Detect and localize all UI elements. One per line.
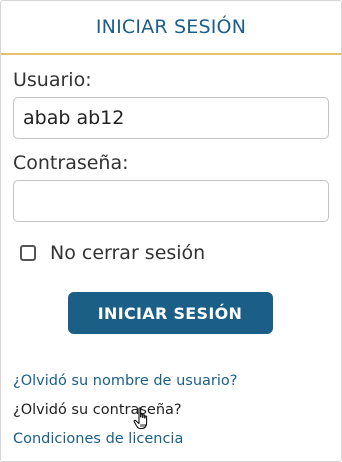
- username-label: Usuario:: [13, 69, 92, 91]
- remember-me-checkbox[interactable]: [20, 245, 36, 261]
- username-field[interactable]: [13, 97, 329, 139]
- panel-title: INICIAR SESIÓN: [95, 16, 247, 38]
- license-terms-link[interactable]: Condiciones de licencia: [13, 425, 237, 454]
- password-field[interactable]: [13, 180, 329, 222]
- login-form: Usuario: Contraseña: No cerrar sesión IN…: [13, 67, 329, 334]
- panel-header: INICIAR SESIÓN: [1, 1, 341, 55]
- password-label: Contraseña:: [13, 152, 129, 174]
- login-button[interactable]: INICIAR SESIÓN: [67, 292, 273, 334]
- forgot-username-link[interactable]: ¿Olvidó su nombre de usuario?: [13, 367, 237, 396]
- remember-me-row[interactable]: No cerrar sesión: [13, 238, 329, 268]
- submit-row: INICIAR SESIÓN: [13, 292, 329, 334]
- hand-pointer-icon: [133, 407, 148, 430]
- forgot-password-link[interactable]: ¿Olvidó su contraseña?: [13, 396, 237, 425]
- login-panel: INICIAR SESIÓN Usuario: Contraseña: No c…: [0, 0, 342, 462]
- remember-me-label: No cerrar sesión: [50, 242, 206, 264]
- help-links: ¿Olvidó su nombre de usuario? ¿Olvidó su…: [13, 367, 237, 454]
